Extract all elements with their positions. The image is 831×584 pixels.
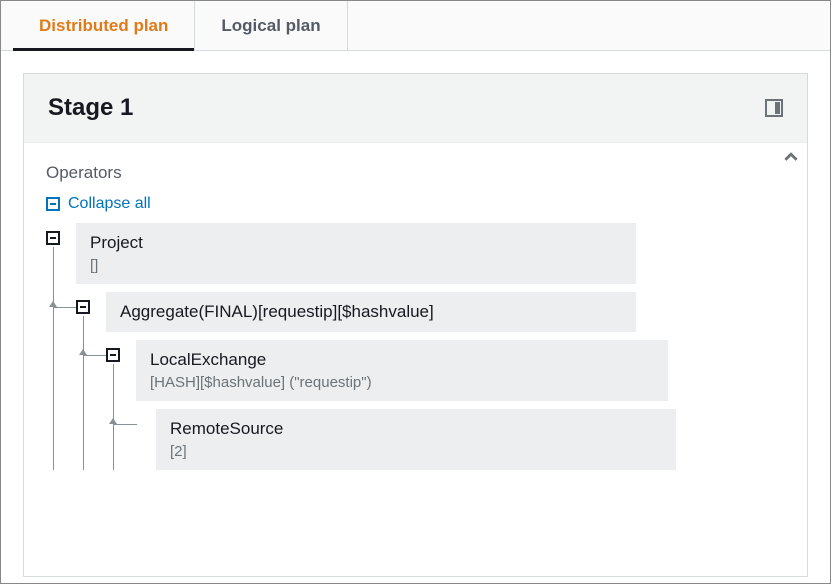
minus-icon: [76, 300, 90, 314]
minus-icon: [106, 348, 120, 362]
node-title: Project: [90, 233, 622, 253]
stage-header: Stage 1: [24, 74, 807, 143]
node-title: Aggregate(FINAL)[requestip][$hashvalue]: [120, 302, 622, 322]
tree-node: LocalExchange [HASH][$hashvalue] ("reque…: [106, 340, 785, 470]
minus-icon: [46, 231, 60, 245]
operators-label: Operators: [46, 163, 785, 183]
tab-distributed-plan[interactable]: Distributed plan: [13, 1, 195, 50]
tree-node: Project [] Aggregate(FINAL)[requestip][$…: [46, 223, 785, 470]
tab-logical-label: Logical plan: [221, 16, 320, 35]
tree-node: RemoteSource [2]: [136, 409, 785, 470]
tab-distributed-label: Distributed plan: [39, 16, 168, 35]
node-toggle[interactable]: [106, 348, 120, 362]
node-box[interactable]: Aggregate(FINAL)[requestip][$hashvalue]: [106, 292, 636, 332]
stage-panel: Stage 1 Operators Collapse all: [23, 73, 808, 577]
node-title: LocalExchange: [150, 350, 654, 370]
node-sub: []: [90, 257, 622, 274]
toggle-panel-icon[interactable]: [765, 99, 783, 117]
plan-tabs: Distributed plan Logical plan: [1, 1, 830, 51]
node-sub: [2]: [170, 443, 662, 460]
operator-tree: Project [] Aggregate(FINAL)[requestip][$…: [46, 223, 785, 480]
node-title: RemoteSource: [170, 419, 662, 439]
scroll-up-icon[interactable]: [781, 147, 801, 167]
collapse-all-icon: [46, 197, 60, 211]
stage-title: Stage 1: [48, 94, 133, 122]
node-box[interactable]: Project []: [76, 223, 636, 284]
node-box[interactable]: RemoteSource [2]: [156, 409, 676, 470]
node-toggle[interactable]: [46, 231, 60, 245]
node-sub: [HASH][$hashvalue] ("requestip"): [150, 374, 654, 391]
node-box[interactable]: LocalExchange [HASH][$hashvalue] ("reque…: [136, 340, 668, 401]
stage-body: Operators Collapse all Project []: [24, 143, 807, 576]
tab-logical-plan[interactable]: Logical plan: [195, 1, 347, 50]
tree-node: Aggregate(FINAL)[requestip][$hashvalue]: [76, 292, 785, 470]
collapse-all-row[interactable]: Collapse all: [46, 195, 785, 213]
node-toggle[interactable]: [76, 300, 90, 314]
collapse-all-link[interactable]: Collapse all: [68, 195, 151, 213]
